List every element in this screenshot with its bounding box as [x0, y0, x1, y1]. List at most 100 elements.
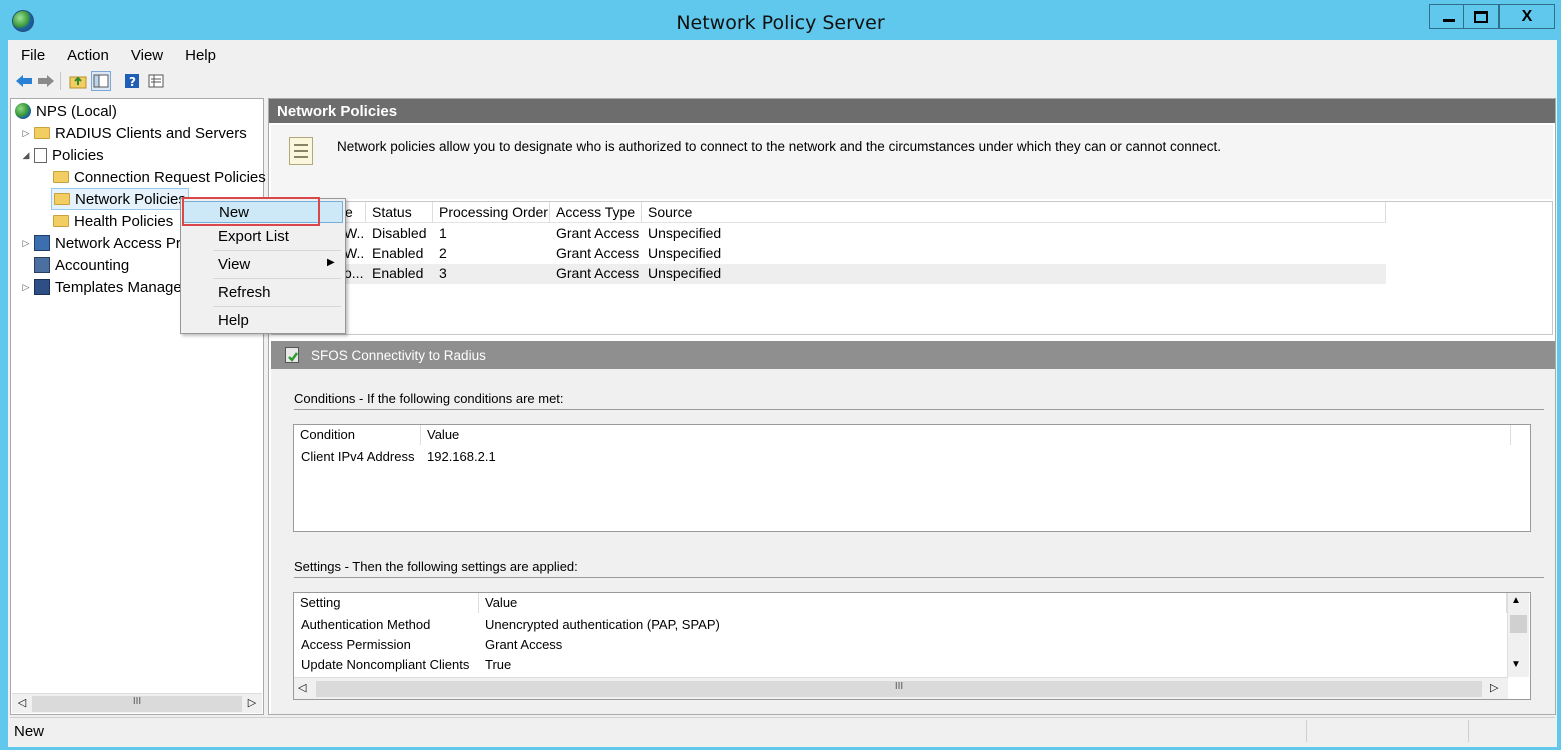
column-header-value[interactable]: Value [479, 593, 1507, 613]
settings-vertical-scrollbar[interactable]: ▲ ▼ [1507, 593, 1529, 677]
annotation-highlight-box [182, 197, 320, 226]
policy-name-cell: W... [344, 245, 364, 261]
column-header-value[interactable]: Value [421, 425, 1511, 445]
source-cell: Unspecified [648, 225, 722, 241]
condition-cell: Client IPv4 Address [301, 449, 415, 464]
column-header-status[interactable]: Status [366, 202, 433, 222]
setting-cell: Access Permission [301, 637, 411, 652]
access-type-cell: Grant Access [556, 225, 640, 241]
column-header-processing-order[interactable]: Processing Order [433, 202, 550, 222]
scroll-thumb[interactable] [1510, 615, 1527, 633]
conditions-title: Conditions - If the following conditions… [294, 391, 564, 406]
show-hide-tree-icon[interactable] [91, 71, 111, 91]
expand-icon[interactable]: ▷ [21, 238, 31, 249]
context-menu-help[interactable]: Help [183, 310, 343, 332]
tree-item-nps-local[interactable]: NPS (Local) [15, 100, 117, 122]
templates-icon [34, 279, 50, 295]
selected-policy-name: SFOS Connectivity to Radius [311, 348, 486, 363]
tree-item-accounting[interactable]: Accounting [34, 254, 129, 276]
context-menu-view-label: View [218, 256, 251, 273]
column-header-access-type[interactable]: Access Type [550, 202, 642, 222]
tree-item-label: Connection Request Policies [74, 168, 266, 186]
open-folder-icon [54, 193, 70, 205]
collapse-icon[interactable]: ◢ [21, 150, 31, 161]
tree-item-health-policies[interactable]: Health Policies [53, 210, 173, 232]
maximize-icon [1474, 10, 1488, 23]
menu-action[interactable]: Action [56, 47, 120, 64]
column-header-setting[interactable]: Setting [294, 593, 479, 613]
scroll-thumb[interactable]: III [32, 696, 242, 712]
minimize-icon [1443, 19, 1455, 22]
scroll-up-icon[interactable]: ▲ [1511, 595, 1521, 606]
pane-header: Network Policies [269, 99, 1555, 123]
maximize-button[interactable] [1463, 4, 1499, 29]
context-menu-refresh[interactable]: Refresh [183, 282, 343, 304]
column-header-source[interactable]: Source [642, 202, 1386, 222]
order-cell: 2 [439, 245, 447, 261]
scroll-right-icon[interactable]: ▷ [244, 696, 260, 712]
header-divider [272, 222, 1386, 223]
column-header-condition[interactable]: Condition [294, 425, 421, 445]
context-menu-view[interactable]: View ▶ [183, 254, 343, 276]
window-title: Network Policy Server [676, 12, 885, 34]
menu-file[interactable]: File [10, 47, 56, 64]
policy-details: Conditions - If the following conditions… [271, 369, 1555, 714]
tree-item-label: Accounting [55, 256, 130, 274]
setting-cell: Authentication Method [301, 617, 431, 632]
status-divider [1468, 720, 1469, 742]
close-button[interactable]: X [1499, 4, 1555, 29]
tree-item-policies[interactable]: ◢ Policies [21, 144, 104, 166]
scroll-left-icon[interactable]: ◁ [14, 696, 30, 712]
folder-icon [53, 171, 69, 183]
tree-item-network-access-protection[interactable]: ▷ Network Access Pro [21, 232, 190, 254]
value-cell: Grant Access [485, 637, 563, 652]
table-row[interactable]: Update Noncompliant Clients True [294, 655, 1506, 675]
policy-name-cell: o... [344, 265, 364, 281]
forward-arrow-icon[interactable] [36, 71, 56, 91]
table-row[interactable]: W... Enabled 2 Grant Access Unspecified [272, 244, 1386, 264]
globe-icon [15, 103, 31, 119]
tree-item-label: NPS (Local) [36, 102, 117, 120]
table-row[interactable]: Access Permission Grant Access [294, 635, 1506, 655]
scroll-left-icon[interactable]: ◁ [298, 681, 306, 694]
expand-icon[interactable]: ▷ [21, 282, 31, 293]
table-row[interactable]: Authentication Method Unencrypted authen… [294, 615, 1506, 635]
status-bar: New [10, 717, 1555, 745]
toolbar-separator [60, 72, 61, 90]
tree-item-templates-management[interactable]: ▷ Templates Manage [21, 276, 182, 298]
scroll-thumb[interactable]: III [316, 681, 1482, 697]
conditions-grid: Condition Value Client IPv4 Address 192.… [293, 424, 1531, 532]
table-row[interactable]: W... Disabled 1 Grant Access Unspecified [272, 224, 1386, 244]
tree-horizontal-scrollbar[interactable]: ◁ III ▷ [12, 693, 262, 713]
properties-icon[interactable] [146, 71, 166, 91]
scroll-right-icon[interactable]: ▷ [1490, 681, 1498, 694]
settings-title: Settings - Then the following settings a… [294, 559, 578, 574]
access-type-cell: Grant Access [556, 265, 640, 281]
tree-item-connection-request-policies[interactable]: Connection Request Policies [53, 166, 266, 188]
tree-item-label: Network Access Pro [55, 234, 190, 252]
settings-horizontal-scrollbar[interactable]: ◁ III ▷ [294, 677, 1508, 699]
value-cell: True [485, 657, 512, 672]
up-folder-icon[interactable] [68, 71, 88, 91]
scroll-down-icon[interactable]: ▼ [1511, 659, 1521, 670]
tree-item-label: RADIUS Clients and Servers [55, 124, 247, 142]
menu-help[interactable]: Help [174, 47, 227, 64]
menu-separator [213, 278, 341, 279]
network-access-icon [34, 235, 50, 251]
description-area: Network policies allow you to designate … [271, 125, 1553, 199]
tree-item-network-policies[interactable]: Network Policies [51, 188, 189, 210]
help-icon[interactable]: ? [122, 71, 142, 91]
tree-item-label: Network Policies [75, 190, 186, 208]
back-arrow-icon[interactable] [14, 71, 34, 91]
svg-text:?: ? [129, 75, 136, 89]
expand-icon[interactable]: ▷ [21, 128, 31, 139]
policy-list: e Status Processing Order Access Type So… [271, 201, 1553, 335]
title-bar: Network Policy Server X [0, 0, 1561, 42]
tree-item-radius-clients[interactable]: ▷ RADIUS Clients and Servers [21, 122, 247, 144]
table-row[interactable]: Client IPv4 Address 192.168.2.1 [294, 447, 1530, 467]
policy-name-cell: W... [344, 225, 364, 241]
menu-view[interactable]: View [120, 47, 174, 64]
context-menu-export-list[interactable]: Export List [183, 226, 343, 248]
table-row-selected[interactable]: o... Enabled 3 Grant Access Unspecified [272, 264, 1386, 284]
menu-bar: File Action View Help [10, 42, 1555, 68]
